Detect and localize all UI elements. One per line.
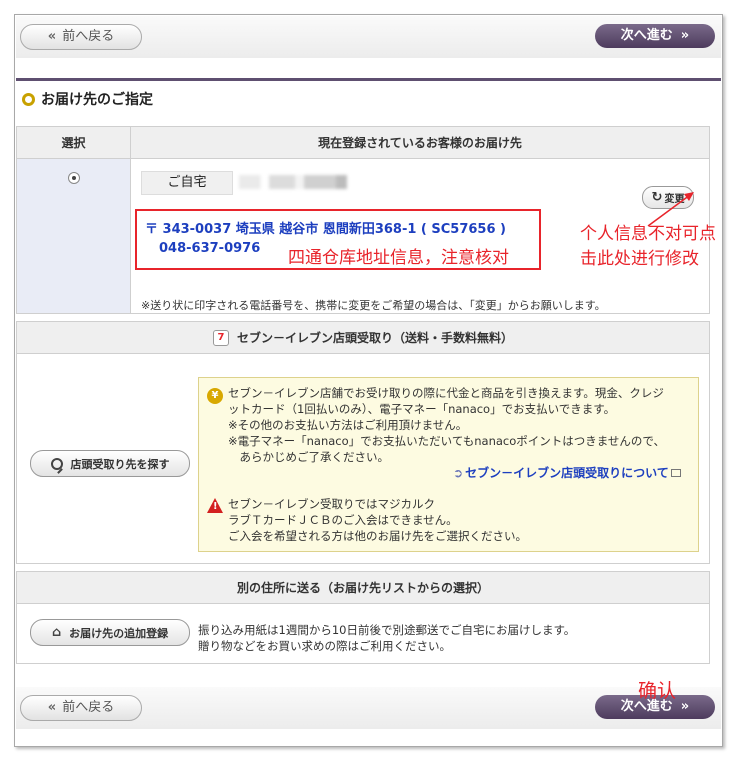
payment-info-line: ットカード（1回払いのみ）、電子マネー「nanaco」でお支払いできます。 (228, 402, 616, 416)
new-window-icon (670, 468, 681, 477)
payment-info-text: セブン－イレブン店舗でお受け取りの際に代金と商品を引き換えます。現金、クレジ ッ… (228, 385, 688, 465)
change-button[interactable]: ↻ 変更 (642, 186, 694, 209)
warning-line: ご入会を希望される方は他のお届け先をご選択ください。 (228, 529, 527, 543)
top-nav-bar: « 前へ戻る 次へ進む » (16, 16, 721, 58)
add-address-label: お届け先の追加登録 (69, 626, 169, 640)
seven-eleven-header: 7 セブン－イレブン店頭受取り（送料・手数料無料） (17, 322, 709, 354)
search-icon (50, 457, 63, 470)
address-annotation: 四通仓库地址信息，注意核对 (288, 248, 509, 268)
find-pickup-store-label: 店頭受取り先を探す (70, 457, 170, 471)
seven-eleven-info-box: ¥ セブン－イレブン店舗でお受け取りの際に代金と商品を引き換えます。現金、クレジ… (198, 377, 699, 552)
warning-line: セブン－イレブン受取りではマジカルク (228, 497, 435, 511)
confirm-annotation: 确认 (638, 680, 677, 702)
other-address-header: 別の住所に送る（お届け先リストからの選択） (17, 572, 709, 604)
payment-info-line: セブン－イレブン店舗でお受け取りの際に代金と商品を引き換えます。現金、クレジ (228, 386, 664, 400)
house-icon: ⌂ (51, 625, 62, 640)
section-title: お届け先のご指定 (41, 92, 153, 108)
phone-change-note: ※送り状に印字される電話番号を、携帯に変更をご希望の場合は、「変更」からお願いし… (141, 299, 606, 312)
double-chevron-left-icon: « (47, 29, 57, 44)
home-address-radio[interactable] (68, 172, 80, 184)
page-frame: « 前へ戻る 次へ進む » お届け先のご指定 選択 現在登録されているお客様のお届け… (14, 14, 723, 747)
payment-info-line: あらかじめご了承ください。 (228, 450, 389, 464)
bullet-ring-icon (22, 92, 35, 106)
warning-line: ラブＴカードＪＣＢのご入会はできません。 (228, 513, 458, 527)
section-heading: お届け先のご指定 (16, 87, 153, 111)
bottom-nav-bar: «前へ戻る 次へ進む» (16, 687, 721, 729)
warning-text: セブン－イレブン受取りではマジカルク ラブＴカードＪＣＢのご入会はできません。 … (228, 496, 688, 544)
change-annotation-line: 击此处进行修改 (580, 249, 699, 269)
back-button[interactable]: « 前へ戻る (20, 24, 142, 50)
add-address-button[interactable]: ⌂ お届け先の追加登録 (30, 619, 190, 646)
change-button-label: 変更 (664, 194, 685, 205)
seven-eleven-title: セブン－イレブン店頭受取り（送料・手数料無料） (236, 331, 513, 345)
address-column-header: 現在登録されているお客様のお届け先 (131, 127, 709, 159)
yen-icon: ¥ (207, 388, 223, 404)
payment-info-line: ※その他のお支払い方法はご利用頂けません。 (228, 418, 468, 432)
change-annotation: 个人信息不对可点 击此处进行修改 (580, 222, 716, 272)
blurred-name (239, 175, 347, 189)
find-pickup-store-button[interactable]: 店頭受取り先を探す (30, 450, 190, 477)
registered-address-table: 選択 現在登録されているお客様のお届け先 ご自宅 ↻ 変更 〒 343-0037… (16, 126, 710, 314)
back-button-bottom[interactable]: « 前へ戻る (20, 695, 142, 721)
select-column-header: 選択 (17, 127, 131, 159)
home-label: ご自宅 (141, 171, 233, 195)
select-cell (17, 159, 131, 313)
double-chevron-right-icon: » (680, 28, 690, 43)
change-annotation-line: 个人信息不对可点 (580, 224, 716, 244)
next-button[interactable]: 次へ進む » (595, 24, 715, 48)
payment-info-line: ※電子マネー「nanaco」でお支払いただいてもnanacoポイントはつきません… (228, 434, 665, 448)
next-button-label: 次へ進む (620, 28, 673, 43)
seven-eleven-pickup-link[interactable]: ➲ セブン－イレブン店頭受取りについて (453, 465, 697, 481)
warning-icon (207, 498, 223, 513)
other-address-info: 振り込み用紙は1週間から10日前後で別途郵送でご自宅にお届けします。 贈り物など… (198, 622, 575, 654)
other-address-section: 別の住所に送る（お届け先リストからの選択） ⌂ お届け先の追加登録 振り込み用紙… (16, 571, 710, 664)
other-address-line: 振り込み用紙は1週間から10日前後で別途郵送でご自宅にお届けします。 (198, 623, 576, 637)
back-button-label: 前へ戻る (62, 700, 115, 715)
seven-eleven-link-label: セブン－イレブン店頭受取りについて (465, 466, 669, 480)
back-button-label: 前へ戻る (62, 29, 115, 44)
address-text: 〒 343-0037 埼玉県 越谷市 恩間新田368-1 ( SC57656 ) (145, 222, 506, 237)
phone-number: 048-637-0976 (159, 241, 261, 256)
section-divider (16, 78, 721, 81)
circle-arrow-icon: ➲ (453, 466, 464, 480)
double-chevron-right-icon: » (680, 699, 690, 714)
double-chevron-left-icon: « (47, 700, 57, 715)
seven-eleven-pickup-section: 7 セブン－イレブン店頭受取り（送料・手数料無料） 店頭受取り先を探す ¥ セブ… (16, 321, 710, 564)
rotate-arrow-icon: ↻ (651, 190, 663, 205)
other-address-line: 贈り物などをお買い求めの際はご利用ください。 (198, 639, 451, 653)
seven-eleven-logo-icon: 7 (212, 329, 229, 346)
